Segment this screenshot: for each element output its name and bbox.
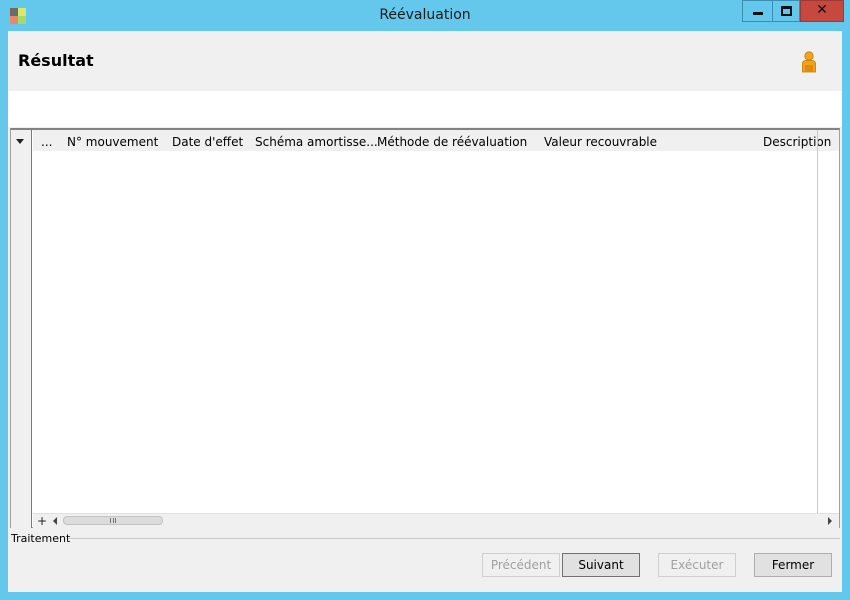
scroll-left-icon[interactable] <box>53 517 57 525</box>
previous-button[interactable]: Précédent <box>482 553 560 577</box>
grid-menu-dropdown-icon[interactable] <box>16 139 24 144</box>
info-band <box>8 91 842 127</box>
column-header-revaluation-method[interactable]: Méthode de réévaluation <box>377 135 527 149</box>
horizontal-scrollbar[interactable]: + <box>33 513 839 528</box>
column-header-depreciation-scheme[interactable]: Schéma amortisse... <box>255 135 378 149</box>
section-divider <box>68 538 840 539</box>
column-header-description[interactable]: Description <box>763 135 831 149</box>
section-label-processing: Traitement <box>11 532 71 545</box>
column-header-selector[interactable]: ... <box>41 135 52 149</box>
add-row-icon[interactable]: + <box>37 514 47 528</box>
maximize-button[interactable] <box>772 0 800 22</box>
user-icon <box>802 51 816 73</box>
row-header-column <box>11 130 32 528</box>
maximize-icon <box>781 6 792 16</box>
grid-right-border <box>817 130 818 513</box>
header-band: Résultat <box>8 31 842 91</box>
minimize-icon <box>753 12 763 15</box>
close-icon: ✕ <box>816 2 828 18</box>
column-header-movement-number[interactable]: N° mouvement <box>67 135 158 149</box>
grip-icon <box>110 518 116 523</box>
next-button[interactable]: Suivant <box>562 553 640 577</box>
column-header-recoverable-value[interactable]: Valeur recouvrable <box>544 135 657 149</box>
execute-button[interactable]: Exécuter <box>658 553 736 577</box>
title-bar[interactable]: Réévaluation ✕ <box>0 0 850 31</box>
scroll-right-icon[interactable] <box>828 517 832 525</box>
page-title: Résultat <box>18 51 94 70</box>
close-button[interactable]: Fermer <box>754 553 832 577</box>
dialog-window: Réévaluation ✕ Résultat ... N° mouvement… <box>0 0 850 600</box>
scrollbar-thumb[interactable] <box>63 516 163 525</box>
column-header-effective-date[interactable]: Date d'effet <box>172 135 243 149</box>
close-window-button[interactable]: ✕ <box>800 0 844 22</box>
minimize-button[interactable] <box>742 0 772 22</box>
window-title: Réévaluation <box>379 7 471 23</box>
dialog-client-area: Résultat ... N° mouvement Date d'effet S… <box>8 31 842 592</box>
results-grid[interactable]: ... N° mouvement Date d'effet Schéma amo… <box>10 128 840 528</box>
column-header-row: ... N° mouvement Date d'effet Schéma amo… <box>33 130 839 151</box>
